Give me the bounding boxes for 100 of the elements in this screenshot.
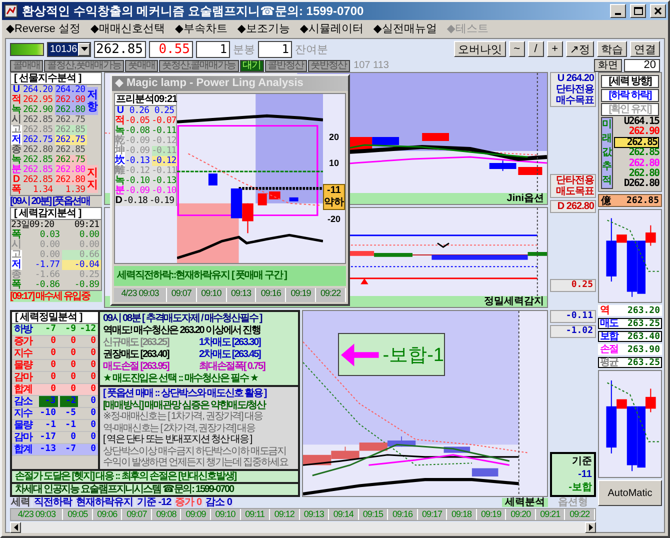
order-text: 권장매도 [263.40] [103, 349, 170, 360]
menu-item[interactable]: ◆실전매뉴얼 [373, 20, 437, 36]
sell-target-label: 단타전용 매도목표 [550, 174, 596, 198]
signal-indicator [10, 42, 44, 56]
menu-item[interactable]: ◆시뮬레이터 [300, 20, 364, 36]
value-cell: 262.80 [54, 165, 87, 175]
interval-field[interactable]: 1 [196, 40, 230, 58]
column-header: 23일09:20 [11, 220, 55, 230]
order-text: 2차매도 [263.45] [199, 349, 262, 360]
minimize-button[interactable] [610, 4, 626, 18]
value-cell: -0.12 [152, 156, 178, 166]
interval-unit: 분봉 [233, 42, 255, 56]
automatic-button[interactable]: AutoMatic [598, 480, 662, 506]
value-cell-text: -1 [64, 420, 77, 431]
menu-item[interactable]: ◆부속차트 [174, 20, 228, 36]
value-cell: 262.85 [54, 125, 87, 135]
value-cell-text: -1.66 [34, 270, 60, 280]
value-cell-text: -0.07 [152, 116, 178, 126]
time-label: 4/23 09:03 [11, 509, 64, 520]
left-triangle-icon [14, 524, 18, 531]
direction-text: [확인 유지] [601, 103, 659, 116]
chart-caption: 세력분석 [502, 498, 548, 507]
order-text: 09시 08분 [ 추격매도자제 / 매수청산필수 ] [103, 313, 264, 324]
value-cell-text: 262.80 [22, 145, 54, 155]
time-label: 09:12 [270, 509, 300, 520]
tool-button[interactable]: 연결 [630, 41, 660, 57]
time-label: 09:08 [152, 509, 182, 520]
scroll-left-button[interactable] [10, 522, 21, 533]
tool-button[interactable]: 학습 [597, 41, 627, 57]
dropdown-button[interactable] [78, 42, 90, 56]
tool-button[interactable]: 오버나잇 [454, 41, 506, 57]
value-cell-text: -0.10 [125, 176, 151, 186]
guide-text: [ 풋옵션 매매 :: 상단박스와 매도신호 활용 ] [103, 388, 268, 399]
tool-button[interactable]: ↗정 [566, 41, 594, 57]
value-cell-text: -7 [64, 444, 77, 455]
indicator-value: -0.11 [550, 310, 596, 323]
menu-item[interactable]: ◆보조기능 [237, 20, 290, 36]
row-label: 녹 [11, 105, 22, 115]
value-cell-text: -1 [44, 420, 57, 431]
value-cell-text: 0 [90, 432, 97, 443]
value-cell-text: -0.86 [34, 280, 60, 290]
value-cell: -0.04 [62, 260, 101, 270]
time-label: 09:22 [565, 509, 595, 520]
row-label: 坤 [115, 146, 125, 156]
panel-title: [ 세력감지분석 ] [11, 208, 101, 220]
value-cell: 264.20 [54, 85, 87, 95]
basis-value: -11 [578, 468, 592, 481]
value-cell-text: 0.25 [78, 270, 100, 280]
value-cell-text: 0 [90, 360, 97, 371]
scroll-right-button[interactable] [585, 522, 596, 533]
tool-button[interactable]: ~ [508, 41, 525, 57]
screen-label: 화면 [594, 59, 622, 72]
target-value: 263.90 [626, 344, 660, 354]
row-label: 증가 [13, 336, 34, 347]
value-cell: -2 [60, 396, 78, 407]
candle [289, 197, 298, 202]
time-label: 09:11 [240, 509, 270, 520]
maximize-button[interactable] [630, 4, 646, 18]
value-cell-text: -0.12 [152, 136, 178, 146]
time-label: 09:13 [226, 288, 256, 302]
symbol-dropdown[interactable]: 101J6 [47, 42, 91, 56]
row-label: 물량 [13, 360, 34, 371]
forecast-value: 262.80 [628, 168, 659, 179]
signal-button[interactable]: 대기 [240, 60, 264, 72]
value-cell-text: 262.85 [22, 115, 54, 125]
value-cell-text: 0 [70, 432, 77, 443]
time-label: 09:22 [316, 288, 346, 302]
tool-button[interactable]: / [528, 41, 544, 57]
target-label: 손절 [600, 344, 619, 354]
value-cell-text: 0.00 [78, 240, 100, 250]
time-label: 09:21 [536, 509, 566, 520]
value-cell-text: -0.13 [125, 156, 151, 166]
value-cell-text: 0 [90, 336, 97, 347]
row-label: 분 [115, 186, 125, 196]
order-text: 역매도! 매수청산은 263.20 이상에서 진행 [103, 325, 262, 336]
remaining-field[interactable]: 1 [258, 40, 292, 58]
forecast-value: 262.80 [628, 158, 659, 169]
time-label: 09:20 [506, 509, 536, 520]
target-value: 263.25 [626, 358, 660, 368]
time-label: 09:19 [286, 288, 316, 302]
value-cell: 262.75 [54, 135, 87, 145]
chevron-marker [437, 242, 450, 248]
value-cell-text: 0 [50, 348, 57, 359]
close-button[interactable] [650, 4, 666, 18]
value-cell-text: 264.20 [22, 85, 54, 95]
row-label: 물량 [13, 420, 34, 431]
value-cell-text: 0 [90, 348, 97, 359]
menu-item[interactable]: ◆매매신호선택 [90, 20, 165, 36]
guide-text: 상단박스이상 매수금지 하단박스이하 매도금지 [103, 446, 288, 456]
row-label: 종 [11, 145, 22, 155]
stop-note: 손절가 도달은 [헷지] 대응 :: 최후의 손절은 [반대신호발생] [12, 471, 298, 482]
chart-caption: 옵션형 [557, 498, 589, 507]
menu-item[interactable]: ◆Reverse 설정 [6, 20, 80, 36]
screen-field[interactable]: 20 [624, 59, 660, 72]
buy-target-label: U 264.20 단타전용 매수목표 [550, 72, 596, 107]
resistance-label: 저항 [87, 87, 98, 116]
panel-title: [ 선물지수분석 ] [11, 73, 101, 85]
status-text: 세력 [10, 498, 31, 507]
value-cell: -3 [39, 396, 58, 407]
tool-button[interactable]: + [546, 41, 563, 57]
